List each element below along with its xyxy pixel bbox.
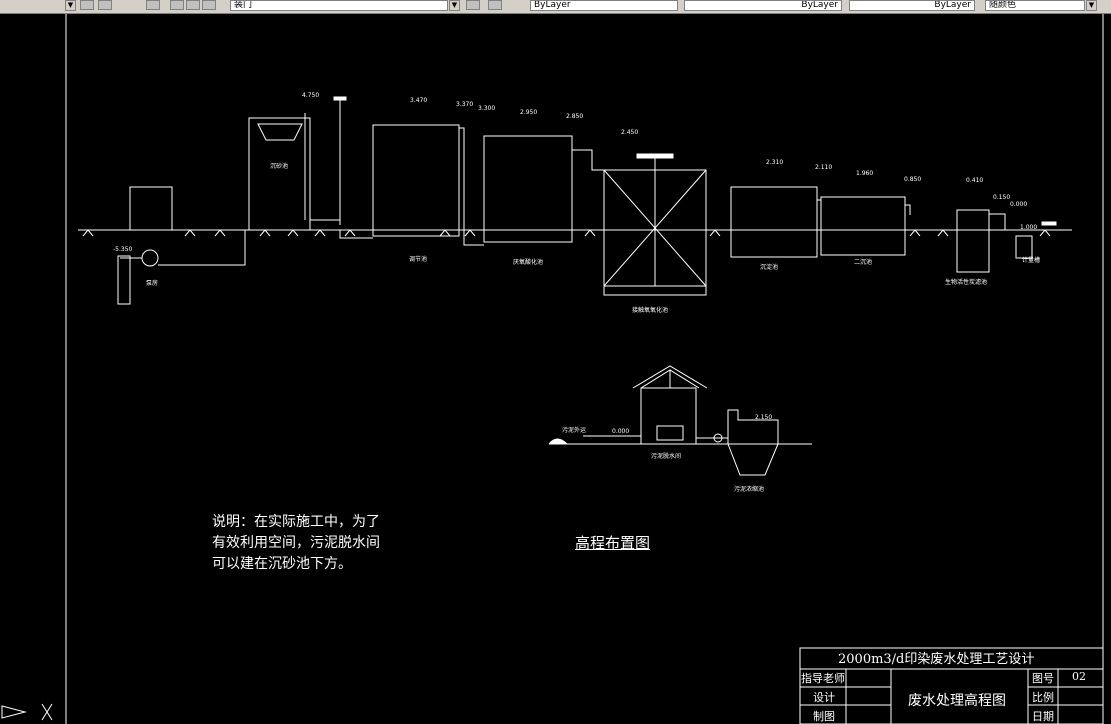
cad-drawing: -5.350 4.750 3.470 3.370 3.300 2.950 2.8… xyxy=(1,14,1104,724)
elev-meter3: 1.000 xyxy=(1020,224,1037,231)
label-meter: 计量槽 xyxy=(1022,256,1040,264)
drawing-title: 高程布置图 xyxy=(575,534,651,552)
lineweight-dropdown[interactable]: ByLayer xyxy=(849,0,975,11)
elev-sed-top: 2.310 xyxy=(766,159,783,166)
scale-label: 比例 xyxy=(1032,691,1054,704)
elev-meter1: 0.150 xyxy=(993,194,1010,201)
dropdown-arrow[interactable]: ▼ xyxy=(65,0,76,11)
carbon-filter xyxy=(956,209,990,273)
label-bio: 接触氧氧化池 xyxy=(632,306,668,314)
label-sludge-out: 污泥外运 xyxy=(562,426,586,434)
note-line-2: 有效利用空间，污泥脱水间 xyxy=(212,535,380,551)
properties-toolbar: ▼ 装门 ▼ ByLayer ByLayer ByLayer 随颜色 ▼ xyxy=(0,0,1111,14)
plotstyle-value: 随颜色 xyxy=(989,0,1017,10)
elev-reg-top: 3.470 xyxy=(410,97,427,104)
lightbulb-icon[interactable] xyxy=(170,0,184,10)
label-sedimentation: 沉淀池 xyxy=(760,263,778,271)
drafter-label: 制图 xyxy=(813,710,835,723)
date-label: 日期 xyxy=(1032,710,1054,723)
elev-bio-top: 2.450 xyxy=(621,129,638,136)
elev-grit-top: 4.750 xyxy=(302,92,319,99)
elev-anox-right: 2.850 xyxy=(566,113,583,120)
linetype-dropdown[interactable]: ByLayer xyxy=(684,0,842,11)
elev-thick-top: 2.150 xyxy=(755,414,772,421)
label-regulating: 调节池 xyxy=(409,255,427,263)
sedimentation-tank xyxy=(730,186,818,258)
designer-label: 设计 xyxy=(813,691,835,704)
sheet-label: 图号 xyxy=(1032,672,1054,685)
elev-clar-right: 0.850 xyxy=(904,176,921,183)
label-grit: 沉砂池 xyxy=(270,162,288,170)
layer-name: 装门 xyxy=(234,0,253,10)
note-line-3: 可以建在沉砂池下方。 xyxy=(212,556,352,572)
advisor-label: 指导老师 xyxy=(801,672,845,685)
plotstyle-dropdown[interactable]: 随颜色 xyxy=(985,0,1085,11)
grit-chamber xyxy=(248,117,311,230)
design-note: 说明：在实际施工中，为了 有效利用空间，污泥脱水间 可以建在沉砂池下方。 xyxy=(212,512,380,575)
note-line-1: 说明：在实际施工中，为了 xyxy=(212,514,380,530)
elev-pump: -5.350 xyxy=(113,246,133,253)
layer-dropdown[interactable]: 装门 xyxy=(230,0,448,11)
layer-state-icon[interactable] xyxy=(98,0,112,10)
layer-icon[interactable] xyxy=(80,0,94,10)
elev-clar-left: 2.110 xyxy=(815,164,832,171)
elev-anox-left: 3.300 xyxy=(478,105,495,112)
color-value: ByLayer xyxy=(534,0,571,10)
color-dropdown[interactable]: ByLayer xyxy=(530,0,678,11)
layer-match-icon[interactable] xyxy=(488,0,502,10)
pump-well xyxy=(117,255,131,305)
dewatering-room xyxy=(640,387,697,445)
elev-anox-top: 2.950 xyxy=(520,109,537,116)
lock-icon[interactable] xyxy=(202,0,216,10)
layer-previous-icon[interactable] xyxy=(466,0,480,10)
clarifier-tank xyxy=(820,196,906,256)
label-clarifier: 二沉池 xyxy=(854,258,872,266)
plotstyle-dropdown-arrow[interactable]: ▼ xyxy=(1086,0,1097,11)
metering-tank xyxy=(1015,235,1033,259)
ucs-icon xyxy=(1,703,53,721)
layers-icon[interactable] xyxy=(146,0,160,10)
elev-meter2: 0.000 xyxy=(1010,201,1027,208)
project-title: 2000m3/d印染废水处理工艺设计 xyxy=(838,652,1035,667)
label-pump: 泵房 xyxy=(146,279,158,287)
elev-reg-right: 3.370 xyxy=(456,101,473,108)
drawing-canvas[interactable]: -5.350 4.750 3.470 3.370 3.300 2.950 2.8… xyxy=(0,14,1111,724)
label-activated-carbon: 生物活性炭滤池 xyxy=(945,278,987,286)
sheet-number: 02 xyxy=(1072,670,1086,683)
regulating-tank xyxy=(372,124,460,237)
pump-house xyxy=(129,186,173,231)
elev-clar-top: 1.960 xyxy=(856,170,873,177)
elev-sludge-out: 0.000 xyxy=(612,428,629,435)
linetype-value: ByLayer xyxy=(801,0,838,10)
label-thickener: 污泥浓缩池 xyxy=(734,485,764,493)
drawing-name: 废水处理高程图 xyxy=(908,693,1006,709)
anoxic-tank xyxy=(483,135,573,243)
lineweight-value: ByLayer xyxy=(934,0,971,10)
layer-dropdown-arrow[interactable]: ▼ xyxy=(449,0,460,11)
label-anoxic: 厌氧酸化池 xyxy=(513,258,543,266)
sun-icon[interactable] xyxy=(186,0,200,10)
elev-ww-top: 0.410 xyxy=(966,177,983,184)
label-dewater: 污泥脱水间 xyxy=(651,452,681,460)
pump-symbol xyxy=(141,249,159,267)
